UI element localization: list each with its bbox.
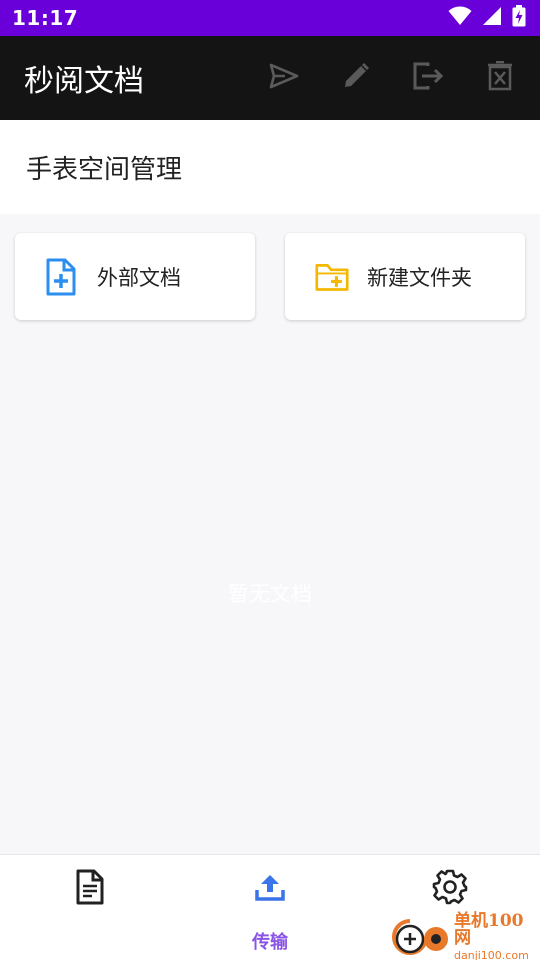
battery-charging-icon: [512, 5, 526, 31]
section-header: 手表空间管理: [0, 120, 540, 214]
new-folder-label: 新建文件夹: [367, 265, 472, 290]
delete-button[interactable]: [484, 60, 516, 95]
edit-button[interactable]: [340, 62, 372, 94]
gear-icon: [432, 869, 468, 905]
folder-plus-icon: [315, 258, 349, 296]
app-bar: 秒阅文档: [0, 36, 540, 120]
exit-icon: [412, 62, 444, 94]
new-folder-card[interactable]: 新建文件夹: [285, 233, 525, 320]
watermark-url: danji100.com: [454, 949, 529, 960]
watermark: 单机100网 danji100.com: [390, 913, 540, 960]
send-button[interactable]: [268, 62, 300, 94]
status-time: 11:17: [12, 6, 79, 30]
exit-button[interactable]: [412, 62, 444, 94]
nav-label-transfer: 传输: [252, 932, 288, 953]
empty-state-text: 暂无文档: [228, 582, 312, 606]
status-icons: [448, 5, 526, 31]
file-plus-icon: [45, 258, 79, 296]
watermark-logo: [390, 917, 452, 957]
send-icon: [269, 63, 299, 93]
nav-item-docs[interactable]: [0, 855, 180, 960]
upload-icon: [252, 869, 288, 905]
section-title: 手表空间管理: [26, 154, 183, 185]
app-title: 秒阅文档: [24, 64, 144, 99]
app-actions: [268, 60, 540, 95]
wifi-icon: [448, 6, 472, 30]
watermark-text: 单机100网 danji100.com: [454, 913, 540, 960]
external-documents-label: 外部文档: [97, 265, 181, 290]
nav-item-transfer[interactable]: 传输: [180, 855, 360, 960]
edit-icon: [342, 62, 370, 94]
signal-icon: [482, 6, 502, 30]
delete-icon: [487, 60, 513, 95]
watermark-title: 单机100网: [454, 911, 524, 948]
status-bar: 11:17: [0, 0, 540, 36]
document-icon: [72, 869, 108, 905]
external-documents-card[interactable]: 外部文档: [15, 233, 255, 320]
